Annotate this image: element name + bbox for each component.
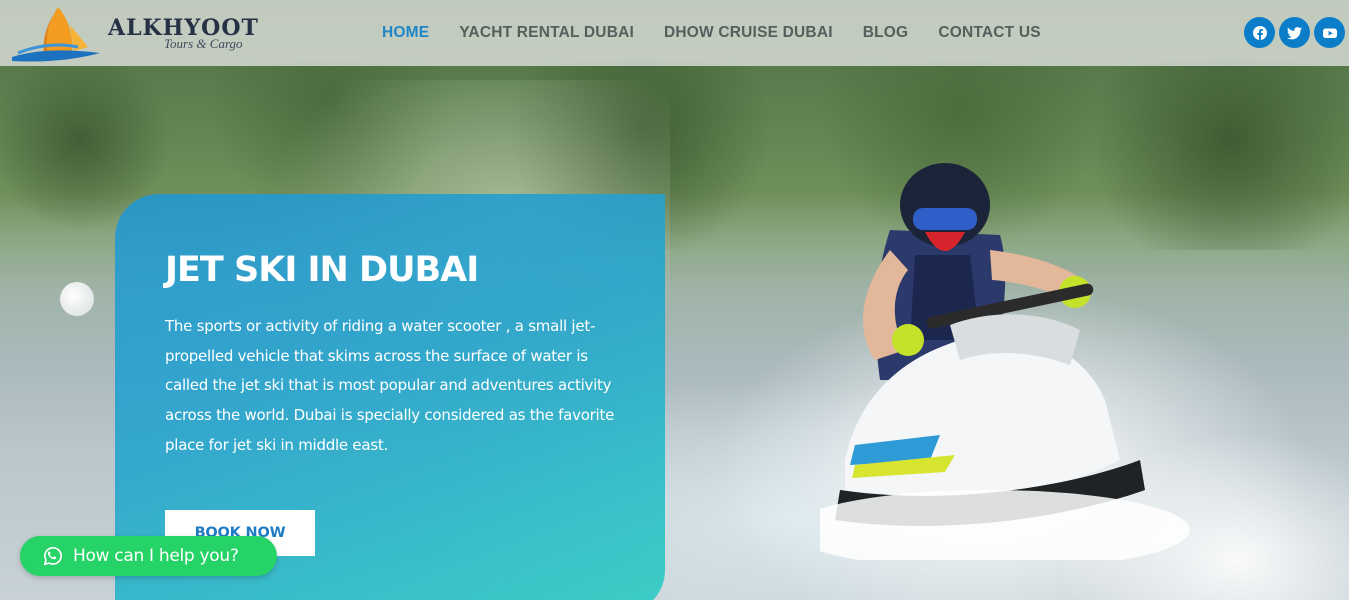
nav-yacht-rental-dubai[interactable]: YACHT RENTAL DUBAI	[459, 24, 634, 42]
facebook-icon	[1252, 25, 1267, 41]
youtube-button[interactable]	[1314, 17, 1345, 48]
whatsapp-icon	[43, 546, 62, 566]
nav-dhow-cruise-dubai[interactable]: DHOW CRUISE DUBAI	[664, 24, 833, 42]
whatsapp-chat-button[interactable]: How can I help you?	[20, 536, 277, 576]
twitter-icon	[1286, 26, 1302, 39]
site-logo[interactable]: ALKHYOOT Tours & Cargo	[8, 2, 270, 64]
jet-ski-rider-image	[820, 163, 1190, 560]
youtube-icon	[1322, 28, 1337, 38]
facebook-button[interactable]	[1244, 17, 1275, 48]
main-nav: HOME YACHT RENTAL DUBAI DHOW CRUISE DUBA…	[382, 0, 1071, 66]
site-header: ALKHYOOT Tours & Cargo HOME YACHT RENTAL…	[0, 0, 1349, 66]
hero-description: The sports or activity of riding a water…	[165, 317, 615, 454]
nav-home[interactable]: HOME	[382, 24, 429, 42]
twitter-button[interactable]	[1279, 17, 1310, 48]
floating-buoy	[60, 282, 94, 316]
page-title: JET SKI IN DUBAI	[165, 250, 479, 290]
whatsapp-label: How can I help you?	[73, 546, 239, 566]
social-links	[1244, 17, 1345, 48]
nav-blog[interactable]: BLOG	[863, 24, 909, 42]
sailboat-logo-icon	[12, 7, 100, 62]
nav-contact-us[interactable]: CONTACT US	[938, 24, 1040, 42]
